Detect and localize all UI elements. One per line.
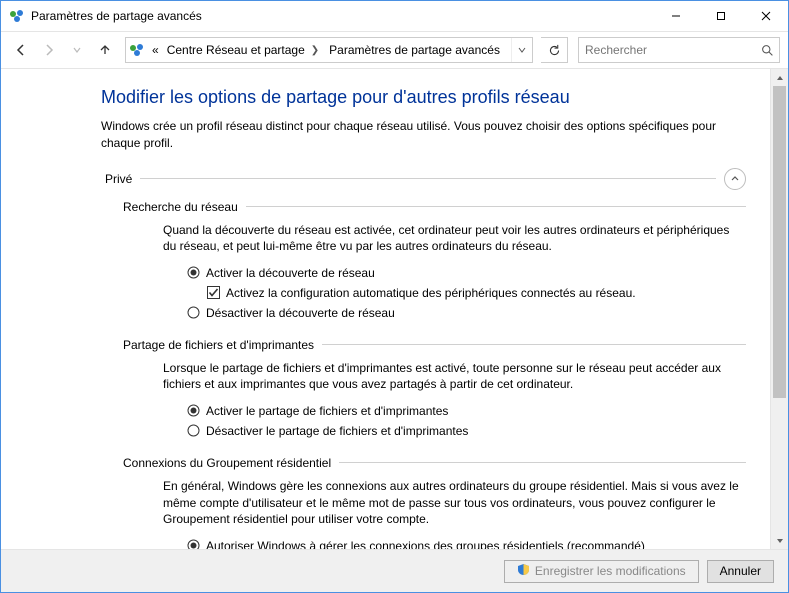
- radio-label: Activer la découverte de réseau: [206, 265, 375, 282]
- address-bar[interactable]: « Centre Réseau et partage ❯ Paramètres …: [125, 37, 533, 63]
- collapse-icon[interactable]: [724, 168, 746, 190]
- search-input[interactable]: [579, 43, 755, 57]
- search-icon[interactable]: [755, 44, 779, 57]
- scroll-down-button[interactable]: [771, 532, 788, 549]
- content-scroll: Modifier les options de partage pour d'a…: [1, 69, 770, 549]
- section-homegroup: Connexions du Groupement résidentiel En …: [123, 456, 746, 549]
- titlebar: Paramètres de partage avancés: [1, 1, 788, 32]
- window-controls: [653, 1, 788, 31]
- window-title: Paramètres de partage avancés: [31, 9, 202, 23]
- checkbox-auto-config[interactable]: Activez la configuration automatique des…: [207, 285, 743, 302]
- nav-back-button[interactable]: [9, 38, 33, 62]
- nav-forward-button[interactable]: [37, 38, 61, 62]
- section-description: En général, Windows gère les connexions …: [163, 478, 743, 528]
- section-header: Recherche du réseau: [123, 200, 746, 214]
- page-description: Windows crée un profil réseau distinct p…: [101, 118, 741, 152]
- radio-label: Activer le partage de fichiers et d'impr…: [206, 403, 448, 420]
- content-area: Modifier les options de partage pour d'a…: [1, 69, 788, 549]
- scroll-track[interactable]: [771, 86, 788, 532]
- section-description: Lorsque le partage de fichiers et d'impr…: [163, 360, 743, 394]
- section-title: Connexions du Groupement résidentiel: [123, 456, 339, 470]
- chevron-right-icon[interactable]: ❯: [309, 45, 321, 56]
- checkbox-label: Activez la configuration automatique des…: [226, 285, 636, 302]
- footer-bar: Enregistrer les modifications Annuler: [1, 549, 788, 592]
- section-title: Partage de fichiers et d'imprimantes: [123, 338, 322, 352]
- button-label: Enregistrer les modifications: [535, 564, 686, 578]
- section-network-discovery: Recherche du réseau Quand la découverte …: [123, 200, 746, 322]
- save-changes-button[interactable]: Enregistrer les modifications: [504, 560, 699, 583]
- profile-label: Privé: [105, 172, 140, 186]
- minimize-button[interactable]: [653, 1, 698, 31]
- page-title: Modifier les options de partage pour d'a…: [101, 87, 746, 108]
- radio-homegroup-windows[interactable]: Autoriser Windows à gérer les connexions…: [187, 538, 743, 549]
- radio-label: Désactiver la découverte de réseau: [206, 305, 395, 322]
- search-box[interactable]: [578, 37, 780, 63]
- scroll-up-button[interactable]: [771, 69, 788, 86]
- section-file-printer-sharing: Partage de fichiers et d'imprimantes Lor…: [123, 338, 746, 440]
- radio-label: Autoriser Windows à gérer les connexions…: [206, 538, 645, 549]
- scroll-thumb[interactable]: [773, 86, 786, 398]
- radio-disable-sharing[interactable]: Désactiver le partage de fichiers et d'i…: [187, 423, 743, 440]
- section-title: Recherche du réseau: [123, 200, 246, 214]
- network-sharing-icon: [126, 42, 148, 58]
- vertical-scrollbar[interactable]: [770, 69, 788, 549]
- nav-toolbar: « Centre Réseau et partage ❯ Paramètres …: [1, 32, 788, 69]
- nav-recent-dropdown[interactable]: [65, 38, 89, 62]
- cancel-button[interactable]: Annuler: [707, 560, 774, 583]
- section-header: Partage de fichiers et d'imprimantes: [123, 338, 746, 352]
- window-frame: Paramètres de partage avancés: [0, 0, 789, 593]
- refresh-button[interactable]: [541, 37, 568, 63]
- network-sharing-icon: [9, 8, 25, 24]
- maximize-button[interactable]: [698, 1, 743, 31]
- radio-selected-icon: [187, 404, 200, 417]
- nav-up-button[interactable]: [93, 38, 117, 62]
- divider: [339, 462, 746, 463]
- divider: [246, 206, 746, 207]
- breadcrumb-label: Paramètres de partage avancés: [329, 43, 500, 57]
- radio-unselected-icon: [187, 306, 200, 319]
- radio-label: Désactiver le partage de fichiers et d'i…: [206, 423, 468, 440]
- radio-enable-sharing[interactable]: Activer le partage de fichiers et d'impr…: [187, 403, 743, 420]
- radio-enable-discovery[interactable]: Activer la découverte de réseau: [187, 265, 743, 282]
- radio-selected-icon: [187, 539, 200, 549]
- close-button[interactable]: [743, 1, 788, 31]
- radio-disable-discovery[interactable]: Désactiver la découverte de réseau: [187, 305, 743, 322]
- breadcrumb-label: Centre Réseau et partage: [167, 43, 305, 57]
- shield-icon: [517, 563, 530, 579]
- address-history-dropdown[interactable]: [511, 38, 532, 62]
- breadcrumb-item[interactable]: Paramètres de partage avancés: [325, 38, 504, 62]
- breadcrumb-item[interactable]: Centre Réseau et partage ❯: [163, 38, 325, 62]
- breadcrumb-prefix[interactable]: «: [148, 38, 163, 62]
- profile-header-prive[interactable]: Privé: [105, 168, 746, 190]
- divider: [140, 178, 716, 179]
- radio-selected-icon: [187, 266, 200, 279]
- section-description: Quand la découverte du réseau est activé…: [163, 222, 743, 256]
- button-label: Annuler: [720, 564, 761, 578]
- checkbox-checked-icon: [207, 286, 220, 299]
- divider: [322, 344, 746, 345]
- radio-unselected-icon: [187, 424, 200, 437]
- section-header: Connexions du Groupement résidentiel: [123, 456, 746, 470]
